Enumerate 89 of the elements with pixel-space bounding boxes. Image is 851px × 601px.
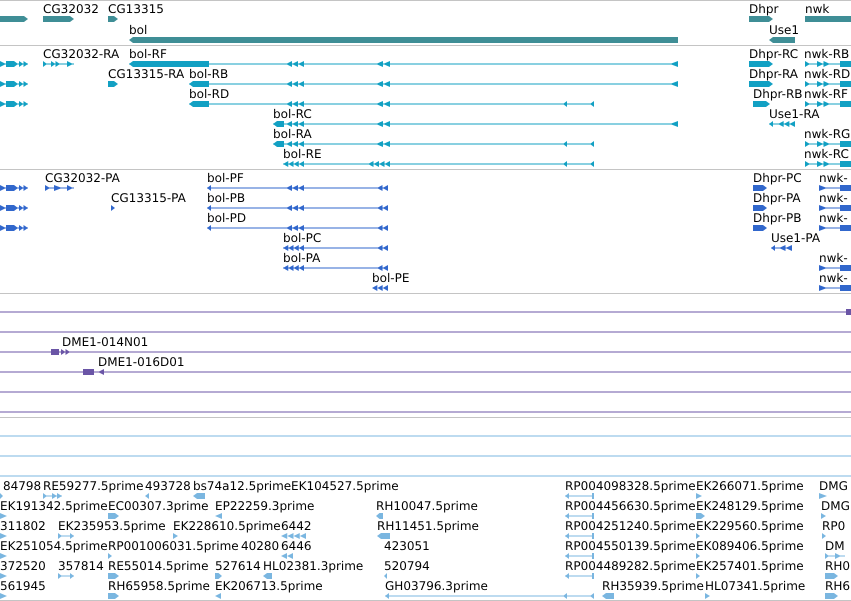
feature-label: EK235953.5prime xyxy=(58,520,166,532)
feature-label: Dhpr-RC xyxy=(749,48,798,60)
feature-label: CG32032-PA xyxy=(45,172,120,184)
feature-label: 6442 xyxy=(281,520,312,532)
feature-label: CG13315-PA xyxy=(111,192,186,204)
feature-label: 520794 xyxy=(384,560,430,572)
feature-label: bol-PE xyxy=(372,272,410,284)
feature-label: bol-RC xyxy=(273,108,312,120)
feature-label: 493728 xyxy=(145,480,191,492)
feature-label: Dhpr-PA xyxy=(753,192,801,204)
feature-label: RP004489282.5prime xyxy=(565,560,696,572)
feature-label: RP001006031.5prime xyxy=(108,540,239,552)
feature-label: EK228610.5prime xyxy=(173,520,281,532)
feature-label: RH65958.5prime xyxy=(108,580,210,592)
feature-label: nwk-RG xyxy=(804,128,850,140)
feature-label: EK229560.5prime xyxy=(696,520,804,532)
feature-label: EK191342.5prime xyxy=(0,500,108,512)
feature-label: EK257401.5prime xyxy=(696,560,804,572)
feature-label: EC00307.3prime xyxy=(108,500,209,512)
feature-label: Dhpr-PB xyxy=(753,212,802,224)
feature-label: bol-PC xyxy=(283,232,322,244)
feature-label: EK089406.5prime xyxy=(696,540,804,552)
feature-label: RH10047.5prime xyxy=(376,500,478,512)
feature-label: HL02381.3prime xyxy=(263,560,364,572)
feature-label: nwk- xyxy=(819,172,848,184)
feature-label: EK251054.5prime xyxy=(0,540,108,552)
feature-label: RH35939.5prime xyxy=(602,580,704,592)
feature-label: bol-PB xyxy=(207,192,246,204)
feature-label: DME1-014N01 xyxy=(62,336,148,348)
feature-label: RP004098328.5prime xyxy=(565,480,696,492)
feature-label: nwk-RC xyxy=(804,148,849,160)
feature-label: EK248129.5prime xyxy=(696,500,804,512)
feature-label: RH0 xyxy=(825,560,850,572)
feature-label: bol-RE xyxy=(283,148,322,160)
feature-label: nwk-RB xyxy=(804,48,850,60)
feature-label: RP0 xyxy=(822,520,846,532)
feature-label: 527614 xyxy=(215,560,261,572)
feature-label: nwk- xyxy=(819,272,848,284)
feature-label: Use1 xyxy=(769,24,800,36)
feature-label: 357814 xyxy=(58,560,104,572)
feature-label: GH03796.3prime xyxy=(385,580,488,592)
feature-label: nwk-RD xyxy=(804,68,850,80)
feature-label: CG13315 xyxy=(108,3,164,15)
feature-label: bol xyxy=(129,24,148,36)
feature-label: RP004550139.5prime xyxy=(565,540,696,552)
feature-label: DMG xyxy=(821,500,850,512)
feature-label: 561945 xyxy=(0,580,46,592)
feature-label: bol-PA xyxy=(283,252,320,264)
feature-label: bol-PF xyxy=(207,172,244,184)
feature-label: CG13315-RA xyxy=(108,68,184,80)
feature-label: EP22259.3prime xyxy=(215,500,314,512)
feature-label: bol-RD xyxy=(189,88,230,100)
feature-label: nwk xyxy=(805,3,830,15)
feature-label: DMG xyxy=(819,480,848,492)
feature-label: EK206713.5prime xyxy=(215,580,323,592)
feature-label: Dhpr-RA xyxy=(749,68,798,80)
feature-label: DM xyxy=(825,540,845,552)
feature-label: Use1-RA xyxy=(769,108,820,120)
feature-label: RP004251240.5prime xyxy=(565,520,696,532)
feature-label: RH11451.5prime xyxy=(377,520,479,532)
feature-label: 372520 xyxy=(0,560,46,572)
feature-label: CG32032-RA xyxy=(43,48,120,60)
feature-label: nwk- xyxy=(819,252,848,264)
feature-label: 423051 xyxy=(384,540,430,552)
feature-label: RE55014.5prime xyxy=(108,560,208,572)
feature-label: nwk-RF xyxy=(804,88,848,100)
feature-label: Use1-PA xyxy=(771,232,820,244)
feature-label: bs74a12.5prime xyxy=(193,480,292,492)
feature-label: CG32032 xyxy=(43,3,99,15)
feature-label: bol-RA xyxy=(273,128,312,140)
feature-label: Dhpr-PC xyxy=(753,172,802,184)
feature-label: nwk- xyxy=(819,192,848,204)
feature-label: HL07341.5prime xyxy=(705,580,806,592)
feature-label: 311802 xyxy=(0,520,46,532)
feature-label: RE59277.5prime xyxy=(43,480,144,492)
feature-label: Dhpr xyxy=(749,3,778,15)
feature-label: Dhpr-RB xyxy=(753,88,803,100)
feature-label: RP004456630.5prime xyxy=(565,500,696,512)
feature-label: bol-RF xyxy=(129,48,167,60)
feature-label: EK266071.5prime xyxy=(696,480,804,492)
feature-label: DME1-016D01 xyxy=(98,356,185,368)
feature-label: 40280 xyxy=(241,540,280,552)
feature-label: 84798 xyxy=(3,480,42,492)
feature-label: bol-RB xyxy=(189,68,228,80)
feature-label: bol-PD xyxy=(207,212,246,224)
feature-label: RH6 xyxy=(825,580,850,592)
feature-label: nwk- xyxy=(819,212,848,224)
feature-label: 6446 xyxy=(281,540,312,552)
feature-label: EK104527.5prime xyxy=(291,480,399,492)
